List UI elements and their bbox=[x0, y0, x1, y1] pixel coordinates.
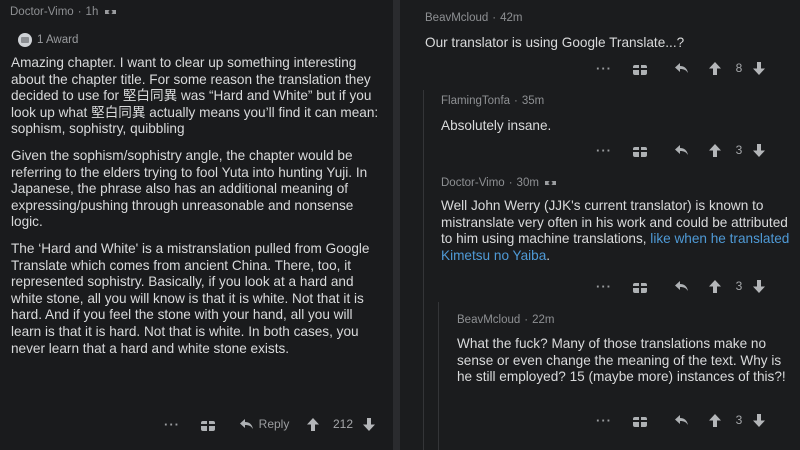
more-icon[interactable]: ··· bbox=[592, 61, 616, 76]
downvote-button[interactable] bbox=[746, 279, 772, 293]
downvote-icon bbox=[753, 61, 765, 75]
comment-body: What the fuck? Many of those translation… bbox=[457, 336, 787, 386]
upvote-button[interactable] bbox=[698, 143, 732, 157]
reply-label: Reply bbox=[258, 417, 290, 431]
upvote-button[interactable] bbox=[698, 61, 732, 75]
award-button[interactable] bbox=[616, 144, 664, 157]
reply-button[interactable] bbox=[664, 414, 698, 426]
upvote-icon bbox=[307, 417, 319, 431]
reply-arrow-icon bbox=[674, 281, 688, 291]
gift-icon bbox=[201, 418, 215, 431]
comment-actions: ··· 3 bbox=[592, 410, 772, 430]
comment-time: 30m bbox=[516, 177, 539, 189]
comment-text: Our translator is using Google Translate… bbox=[425, 35, 685, 50]
reply-arrow-icon bbox=[674, 145, 688, 155]
comment-actions: ··· 3 bbox=[592, 276, 772, 296]
upvote-icon bbox=[709, 61, 721, 75]
downvote-icon bbox=[753, 279, 765, 293]
reply-button[interactable] bbox=[664, 62, 698, 74]
comment-meta: Doctor-Vimo · 1h bbox=[10, 6, 116, 18]
comment-paragraph: The ‘Hard and White' is a mistranslation… bbox=[11, 240, 370, 356]
more-icon[interactable]: ··· bbox=[592, 413, 616, 428]
comment-author[interactable]: Doctor-Vimo bbox=[10, 6, 74, 18]
left-comment-panel: Doctor-Vimo · 1h 1 Award Amazing chapter. … bbox=[0, 0, 393, 450]
reply-button[interactable] bbox=[664, 280, 698, 292]
vote-count: 3 bbox=[735, 279, 743, 293]
gift-icon bbox=[633, 144, 647, 157]
gift-icon bbox=[633, 280, 647, 293]
upvote-icon bbox=[709, 413, 721, 427]
comment-meta: BeavMcloud · 22m bbox=[457, 314, 555, 326]
downvote-icon bbox=[753, 413, 765, 427]
vote-count: 3 bbox=[735, 413, 743, 427]
comment-author[interactable]: FlamingTonfa bbox=[441, 95, 510, 107]
thread-line bbox=[438, 302, 439, 450]
comment-author[interactable]: Doctor-Vimo bbox=[441, 177, 505, 189]
award-label: 1 Award bbox=[37, 34, 79, 46]
upvote-icon bbox=[709, 279, 721, 293]
comment-paragraph: Given the sophism/sophistry angle, the c… bbox=[11, 147, 368, 230]
comment-body: Amazing chapter. I want to clear up some… bbox=[11, 55, 383, 367]
award-row[interactable]: 1 Award bbox=[18, 33, 78, 47]
award-button[interactable] bbox=[616, 280, 664, 293]
award-icon bbox=[18, 33, 32, 47]
downvote-button[interactable] bbox=[746, 61, 772, 75]
reply-button[interactable]: Reply bbox=[232, 417, 296, 431]
comment-text: Absolutely insane. bbox=[441, 118, 552, 133]
gift-icon bbox=[633, 62, 647, 75]
thread-line bbox=[423, 90, 424, 450]
upvote-button[interactable] bbox=[296, 417, 330, 431]
downvote-button[interactable] bbox=[746, 413, 772, 427]
comment-time: 35m bbox=[521, 95, 545, 107]
downvote-icon bbox=[753, 143, 765, 157]
comment-meta: Doctor-Vimo · 30m bbox=[441, 177, 557, 189]
comment-actions: ··· 3 bbox=[592, 140, 772, 160]
comment-body: Well John Werry (JJK's current translato… bbox=[441, 198, 791, 264]
reply-arrow-icon bbox=[674, 63, 688, 73]
award-button[interactable] bbox=[616, 414, 664, 427]
comment-text: What the fuck? Many of those translation… bbox=[457, 336, 786, 385]
downvote-button[interactable] bbox=[746, 143, 772, 157]
upvote-button[interactable] bbox=[698, 279, 732, 293]
comment-actions: ··· Reply 212 bbox=[160, 414, 382, 434]
vote-count: 212 bbox=[332, 417, 354, 431]
comment-time: 1h bbox=[85, 6, 99, 18]
upvote-icon bbox=[709, 143, 721, 157]
comment-author[interactable]: BeavMcloud bbox=[425, 12, 488, 24]
reply-arrow-icon bbox=[239, 419, 253, 429]
more-icon[interactable]: ··· bbox=[160, 417, 184, 432]
comment-meta: FlamingTonfa · 35m bbox=[441, 95, 545, 107]
comment-text-end: . bbox=[546, 247, 551, 263]
award-button[interactable] bbox=[616, 62, 664, 75]
comment-meta: BeavMcloud · 42m bbox=[425, 12, 523, 24]
vote-count: 3 bbox=[735, 143, 743, 157]
vote-count: 8 bbox=[735, 61, 743, 75]
comment-author[interactable]: BeavMcloud bbox=[457, 314, 520, 326]
downvote-icon bbox=[363, 417, 375, 431]
reply-arrow-icon bbox=[674, 415, 688, 425]
comment-actions: ··· 8 bbox=[592, 58, 772, 78]
comment-time: 42m bbox=[500, 12, 523, 24]
upvote-button[interactable] bbox=[698, 413, 732, 427]
reply-button[interactable] bbox=[664, 144, 698, 156]
more-icon[interactable]: ··· bbox=[592, 279, 616, 294]
right-thread-panel: BeavMcloud · 42m Our translator is using G… bbox=[400, 0, 800, 450]
comment-body: Absolutely insane. bbox=[441, 118, 786, 135]
user-badge-icon bbox=[545, 180, 557, 185]
comment-paragraph: Amazing chapter. I want to clear up some… bbox=[11, 55, 379, 137]
more-icon[interactable]: ··· bbox=[592, 143, 616, 158]
award-button[interactable] bbox=[184, 418, 232, 431]
comment-time: 22m bbox=[532, 314, 555, 326]
gift-icon bbox=[633, 414, 647, 427]
user-badge-icon bbox=[104, 9, 116, 14]
downvote-button[interactable] bbox=[356, 417, 382, 431]
comment-body: Our translator is using Google Translate… bbox=[425, 35, 785, 52]
